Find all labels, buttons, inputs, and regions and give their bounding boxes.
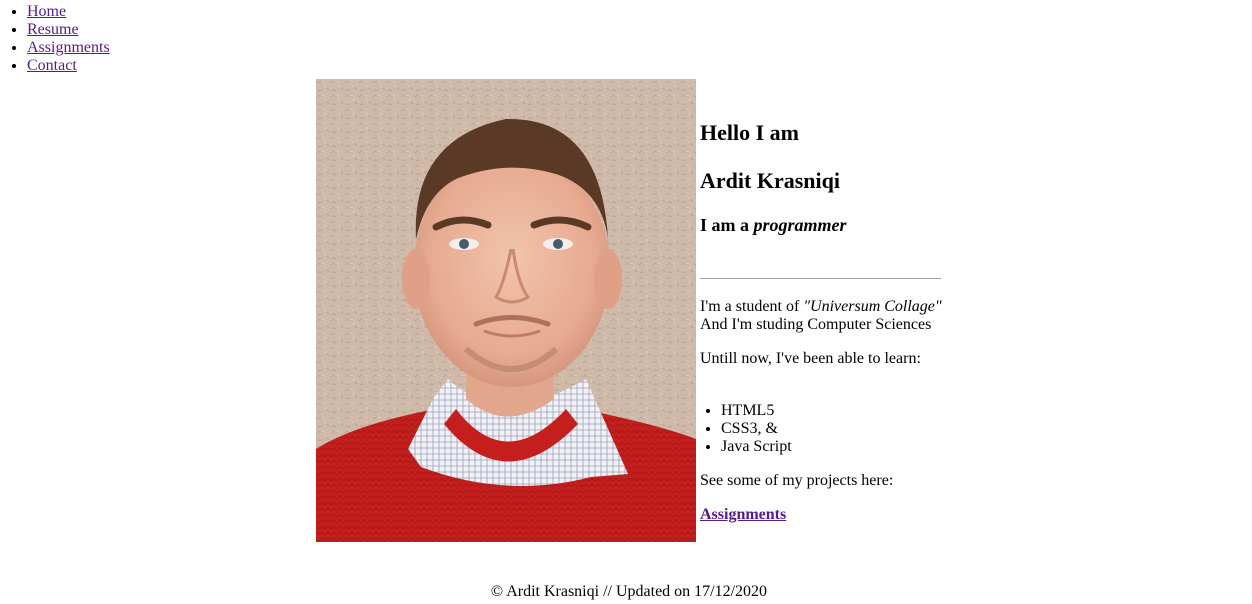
nav-item-contact: Contact [27, 57, 110, 75]
greeting-heading: Hello I am [700, 120, 799, 145]
profile-photo [316, 79, 696, 542]
projects-text: See some of my projects here: [700, 472, 894, 489]
student-prefix: I'm a student of [700, 298, 804, 315]
role-heading: I am a programmer [700, 215, 847, 236]
learned-intro-text: Untill now, I've been able to learn: [700, 350, 921, 367]
name-heading: Ardit Krasniqi [700, 168, 840, 193]
nav-link-contact[interactable]: Contact [27, 57, 77, 74]
skill-item: HTML5 [721, 402, 792, 420]
divider [700, 278, 941, 279]
studying-text: And I'm studing Computer Sciences [700, 316, 932, 333]
nav-item-home: Home [27, 3, 110, 21]
assignments-link[interactable]: Assignments [700, 506, 786, 524]
profile-photo-illustration [316, 79, 696, 542]
skills-list: HTML5 CSS3, & Java Script [700, 402, 792, 456]
school-name: "Universum Collage" [803, 298, 942, 315]
nav-item-resume: Resume [27, 21, 110, 39]
nav-item-assignments: Assignments [27, 39, 110, 57]
main-nav: Home Resume Assignments Contact [0, 3, 110, 75]
nav-link-assignments[interactable]: Assignments [27, 39, 110, 56]
skill-item: CSS3, & [721, 420, 792, 438]
student-text: I'm a student of "Universum Collage" [700, 298, 942, 316]
skill-item: Java Script [721, 438, 792, 456]
role-prefix: I am a [700, 215, 754, 235]
footer-text: © Ardit Krasniqi // Updated on 17/12/202… [490, 583, 768, 600]
nav-link-home[interactable]: Home [27, 3, 66, 20]
nav-link-resume[interactable]: Resume [27, 21, 79, 38]
role-text: programmer [753, 215, 847, 235]
